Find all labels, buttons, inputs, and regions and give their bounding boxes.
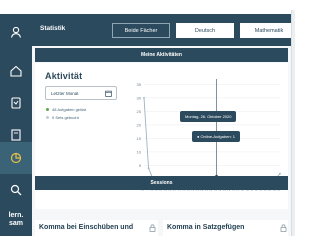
legend-solved-label: 48 Aufgaben gelöst <box>52 107 87 112</box>
sidebar: lern. sam <box>0 14 32 236</box>
page-title: Statistik <box>40 25 66 32</box>
data-point <box>143 97 145 99</box>
lock-icon <box>280 224 287 232</box>
sessions-section-header: Sessions <box>35 176 288 190</box>
y-tick-label: 30 <box>137 95 142 100</box>
y-tick-label: 35 <box>137 82 142 87</box>
device-bezel-bottom <box>0 236 300 250</box>
legend-solved: 48 Aufgaben gelöst <box>46 107 86 112</box>
y-tick-label: 25 <box>137 109 142 114</box>
legend-dot-solved <box>46 108 49 111</box>
data-point <box>147 167 150 170</box>
legend-sets-label: 0 Sets gebucht <box>52 115 79 120</box>
period-value: Letzter Monat <box>51 90 79 96</box>
y-tick-label: 5 <box>139 163 142 168</box>
statistics-icon[interactable] <box>0 142 32 174</box>
app-logo[interactable]: lern. sam <box>3 212 29 228</box>
session-title: Komma bei Einschüben und <box>39 224 134 231</box>
tooltip-value: ● Online-Aufgaben: 1 <box>197 134 235 139</box>
search-icon[interactable] <box>0 174 32 206</box>
sessions-list: Komma bei Einschüben und Komma in Satzge… <box>35 214 288 238</box>
device-edge <box>291 10 295 236</box>
tab-both-subjects[interactable]: Beide Fächer <box>112 23 170 38</box>
y-tick-label: 15 <box>137 136 142 141</box>
data-point <box>279 172 281 175</box>
session-title: Komma in Satzgefügen <box>167 224 245 231</box>
main-content: Meine Aktivitäten Aktivität Letzter Mona… <box>32 46 291 238</box>
legend-sets: 0 Sets gebucht <box>46 115 79 120</box>
logo-line-2: sam <box>8 220 23 227</box>
app-frame: lern. sam Statistik Beide Fächer Deutsch… <box>0 0 300 250</box>
tab-german[interactable]: Deutsch <box>176 23 234 38</box>
period-select[interactable]: Letzter Monat <box>45 86 117 100</box>
chart-tooltip-date: Montag, 26. Oktober 2020 <box>180 111 237 122</box>
tab-math[interactable]: Mathematik <box>240 23 298 38</box>
y-tick-label: 20 <box>137 122 142 127</box>
calendar-icon <box>105 90 112 97</box>
logo-line-1: lern. <box>8 212 24 219</box>
activities-section-header: Meine Aktivitäten <box>35 48 288 62</box>
lock-icon <box>149 224 156 232</box>
y-tick-label: 10 <box>137 149 142 154</box>
exercise-icon[interactable] <box>0 87 32 119</box>
header: Statistik Beide Fächer Deutsch Mathemati… <box>32 14 298 46</box>
tooltip-date: Montag, 26. Oktober 2020 <box>185 114 232 119</box>
user-icon[interactable] <box>0 16 32 48</box>
home-icon[interactable] <box>0 55 32 87</box>
activity-title: Aktivität <box>45 71 83 81</box>
legend-dot-sets <box>46 116 49 119</box>
chart-tooltip-value: ● Online-Aufgaben: 1 <box>192 131 240 142</box>
